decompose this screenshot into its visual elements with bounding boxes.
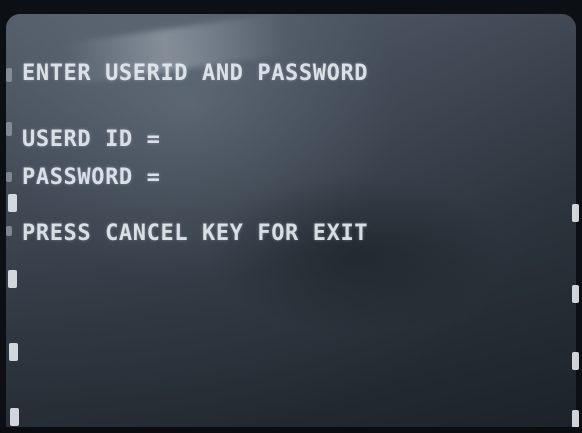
atm-screen: ENTER USERID AND PASSWORD USERD ID = PAS… [6,14,576,433]
function-key-left-2[interactable] [6,122,12,136]
prompt-heading: ENTER USERID AND PASSWORD [22,61,369,86]
function-key-right-1[interactable] [572,204,579,222]
function-key-left-1[interactable] [6,68,12,82]
function-key-left-4b[interactable] [6,226,12,236]
user-id-field[interactable]: USERD ID = [22,127,160,152]
screen-bezel [0,427,582,433]
function-key-right-2[interactable] [572,285,579,303]
function-key-left-3b[interactable] [6,172,12,182]
cancel-instruction: PRESS CANCEL KEY FOR EXIT [22,221,369,246]
function-key-right-4[interactable] [572,410,579,428]
function-key-left-4[interactable] [8,270,17,288]
function-key-right-3[interactable] [572,352,579,370]
password-field[interactable]: PASSWORD = [22,165,160,190]
function-key-left-3[interactable] [8,194,17,212]
function-key-left-5[interactable] [9,343,18,361]
function-key-left-6[interactable] [10,408,19,426]
screen-shadow [206,174,506,334]
